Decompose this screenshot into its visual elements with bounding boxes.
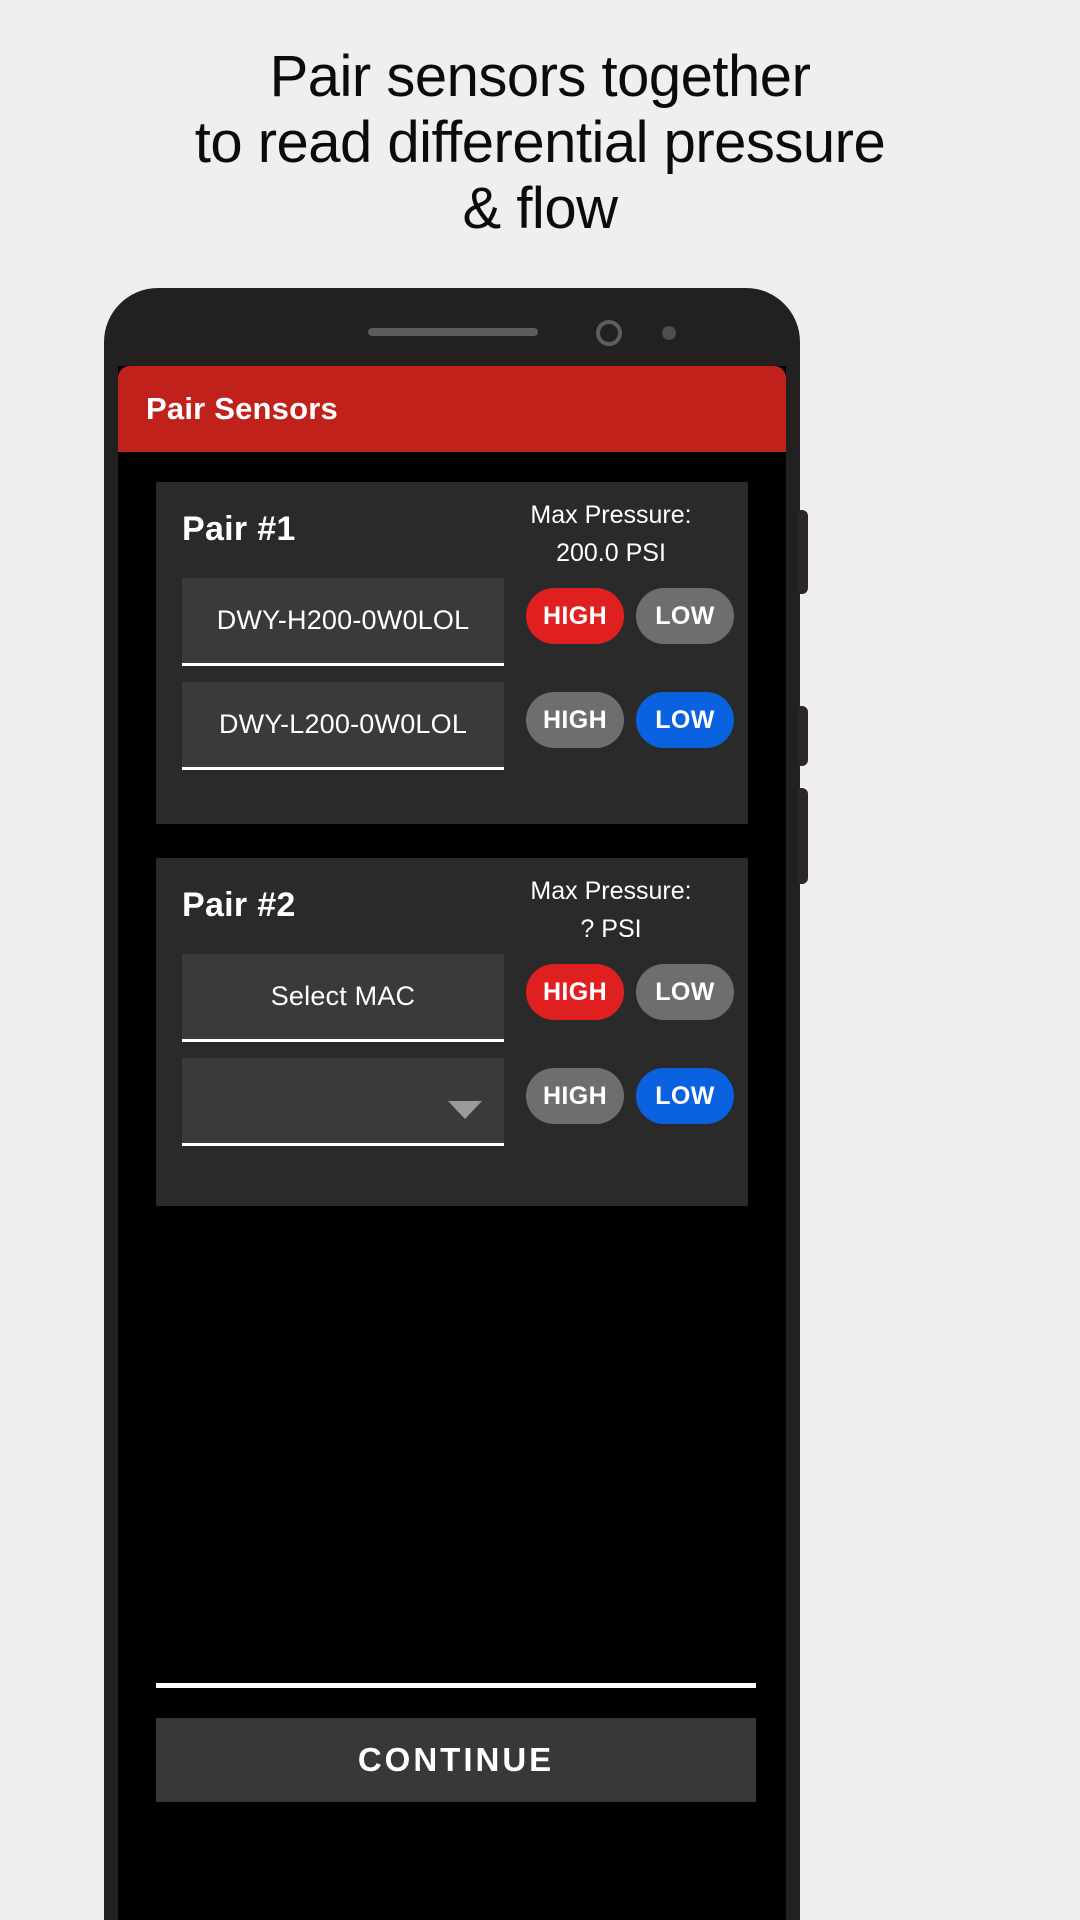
pair-card-2-header: Pair #2 Max Pressure: ? PSI	[156, 858, 748, 954]
front-camera-icon	[596, 320, 622, 346]
page-headline: Pair sensors together to read differenti…	[0, 44, 1080, 242]
proximity-sensor-icon	[662, 326, 676, 340]
phone-side-button-volume-up	[798, 510, 808, 594]
phone-side-button-power	[798, 788, 808, 884]
pair-card-1-max-pressure-label: Max Pressure:	[530, 501, 692, 529]
phone-side-button-volume-down	[798, 706, 808, 766]
chevron-down-icon	[448, 1100, 482, 1119]
pair-card-2: Pair #2 Max Pressure: ? PSI Select MAC H…	[156, 858, 748, 1206]
pair-1-mac-value-1: DWY-H200-0W0LOL	[216, 605, 470, 635]
pair-2-high-button-2[interactable]: HIGH	[526, 1068, 624, 1124]
pair-card-1-header: Pair #1 Max Pressure: 200.0 PSI	[156, 482, 748, 578]
pair-2-high-button-1[interactable]: HIGH	[526, 964, 624, 1020]
pair-card-2-max-pressure-value: ? PSI	[580, 915, 642, 943]
pair-1-row-1: DWY-H200-0W0LOL HIGH LOW	[156, 578, 748, 682]
pair-1-toggle-group-2: HIGH LOW	[526, 692, 734, 748]
app-bar-title: Pair Sensors	[146, 391, 338, 426]
phone-screen: Pair Sensors Pair #1 Max Pressure: 200.0…	[118, 366, 786, 1920]
pair-card-2-max-pressure: Max Pressure: ? PSI	[496, 872, 726, 948]
pair-1-toggle-group-1: HIGH LOW	[526, 588, 734, 644]
continue-button[interactable]: CONTINUE	[156, 1718, 756, 1802]
pair-1-row-2: DWY-L200-0W0LOL HIGH LOW	[156, 682, 748, 786]
pair-2-low-button-2[interactable]: LOW	[636, 1068, 734, 1124]
pair-card-1-title: Pair #1	[182, 510, 296, 548]
bottom-divider	[156, 1683, 756, 1688]
pair-2-mac-dropdown-2[interactable]	[182, 1058, 504, 1146]
pair-card-2-max-pressure-label: Max Pressure:	[530, 877, 692, 905]
continue-button-label: CONTINUE	[357, 1741, 555, 1778]
pair-1-mac-field-2[interactable]: DWY-L200-0W0LOL	[182, 682, 504, 770]
phone-mockup: Pair Sensors Pair #1 Max Pressure: 200.0…	[104, 288, 808, 1920]
headline-line-3: & flow	[462, 176, 618, 241]
pair-card-1-max-pressure-value: 200.0 PSI	[556, 539, 666, 567]
pair-1-low-button-1[interactable]: LOW	[636, 588, 734, 644]
pair-card-1: Pair #1 Max Pressure: 200.0 PSI DWY-H200…	[156, 482, 748, 824]
pair-card-2-title: Pair #2	[182, 886, 296, 924]
pair-2-row-2: HIGH LOW	[156, 1058, 748, 1162]
screen-content: Pair #1 Max Pressure: 200.0 PSI DWY-H200…	[118, 452, 786, 1920]
headline-line-1: Pair sensors together	[269, 44, 811, 109]
pair-1-mac-value-2: DWY-L200-0W0LOL	[218, 709, 468, 739]
pair-2-low-button-1[interactable]: LOW	[636, 964, 734, 1020]
pair-1-low-button-2[interactable]: LOW	[636, 692, 734, 748]
phone-bezel-top	[104, 288, 800, 370]
headline-line-2: to read differential pressure	[194, 110, 886, 175]
pair-2-mac-field-1[interactable]: Select MAC	[182, 954, 504, 1042]
pair-1-mac-field-1[interactable]: DWY-H200-0W0LOL	[182, 578, 504, 666]
app-bar: Pair Sensors	[118, 366, 786, 452]
pair-2-toggle-group-1: HIGH LOW	[526, 964, 734, 1020]
pair-1-high-button-1[interactable]: HIGH	[526, 588, 624, 644]
pair-card-1-max-pressure: Max Pressure: 200.0 PSI	[496, 496, 726, 572]
pair-2-mac-value-1: Select MAC	[270, 981, 416, 1011]
pair-2-row-1: Select MAC HIGH LOW	[156, 954, 748, 1058]
pair-2-toggle-group-2: HIGH LOW	[526, 1068, 734, 1124]
earpiece-speaker-icon	[368, 328, 538, 336]
pair-1-high-button-2[interactable]: HIGH	[526, 692, 624, 748]
